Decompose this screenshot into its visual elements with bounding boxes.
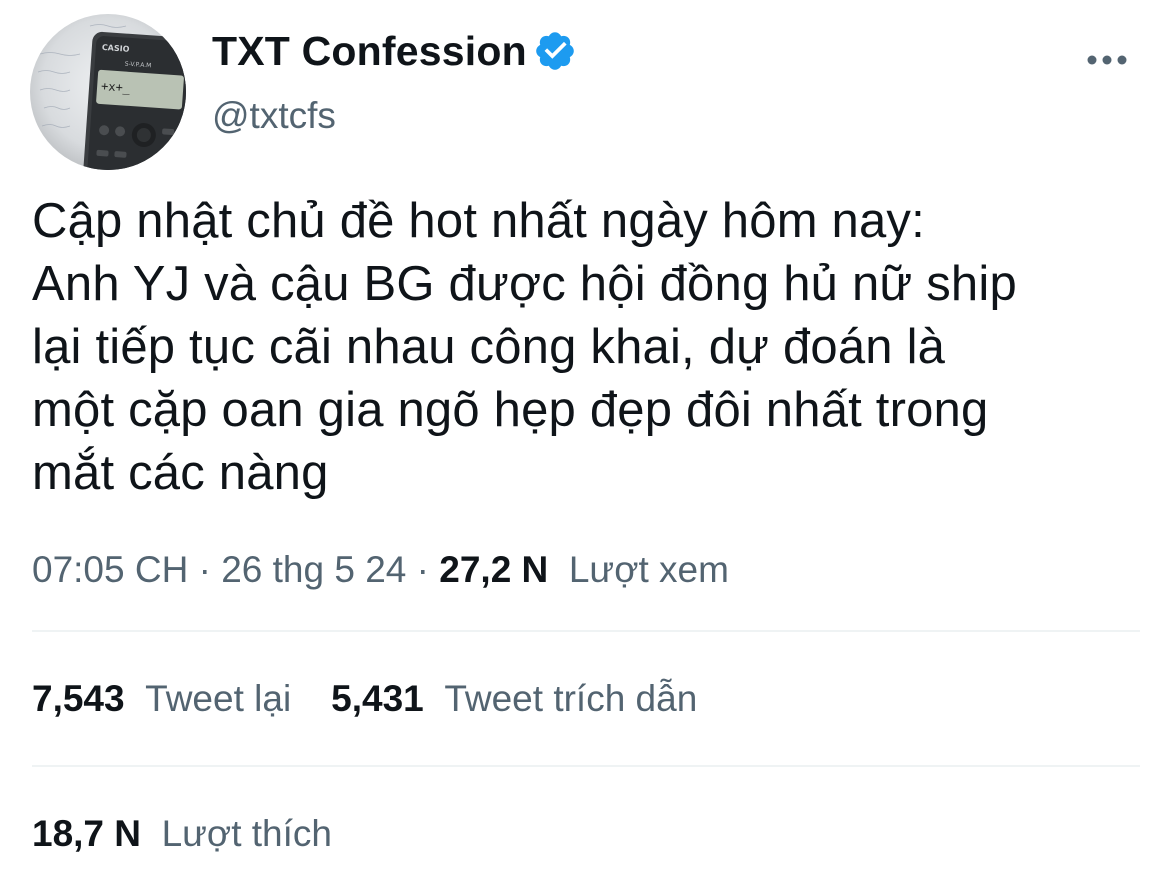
divider — [32, 630, 1140, 632]
retweets-stat[interactable]: 7,543 Tweet lại — [32, 675, 291, 723]
views-count: 27,2 N — [439, 549, 549, 590]
avatar-image: CASIO S-V.P.A.M +x+_ — [30, 14, 186, 170]
stats-row-likes: 18,7 N Lượt thích — [32, 810, 372, 858]
meta-separator: · — [406, 549, 440, 590]
tweet-text-line: mắt các nàng — [32, 446, 329, 500]
tweet-text-line: Anh YJ và cậu BG được hội đồng hủ nữ shi… — [32, 257, 1017, 311]
likes-label: Lượt thích — [161, 813, 332, 854]
tweet-date[interactable]: 26 thg 5 24 — [221, 549, 406, 590]
tweet-time[interactable]: 07:05 CH — [32, 549, 188, 590]
tweet-meta: 07:05 CH · 26 thg 5 24 · 27,2 N Lượt xem — [32, 546, 729, 594]
verified-badge-icon[interactable] — [533, 29, 577, 73]
avatar[interactable]: CASIO S-V.P.A.M +x+_ — [30, 14, 186, 170]
author-display-name[interactable]: TXT Confession — [212, 28, 527, 75]
quotes-stat[interactable]: 5,431 Tweet trích dẫn — [331, 675, 697, 723]
retweets-count: 7,543 — [32, 678, 125, 719]
retweets-label: Tweet lại — [145, 678, 292, 719]
quotes-count: 5,431 — [331, 678, 424, 719]
more-options-icon[interactable] — [1084, 48, 1130, 72]
tweet-text-line: Cập nhật chủ đề hot nhất ngày hôm nay: — [32, 194, 925, 248]
author-name-row: TXT Confession — [212, 26, 577, 76]
tweet-text-line: lại tiếp tục cãi nhau công khai, dự đoán… — [32, 320, 946, 374]
stats-row-retweets: 7,543 Tweet lại 5,431 Tweet trích dẫn — [32, 675, 737, 723]
views-label: Lượt xem — [568, 549, 729, 590]
tweet-text-line: một cặp oan gia ngõ hẹp đẹp đôi nhất tro… — [32, 383, 989, 437]
likes-count: 18,7 N — [32, 813, 142, 854]
tweet-text: Cập nhật chủ đề hot nhất ngày hôm nay: A… — [32, 190, 1157, 505]
divider — [32, 765, 1140, 767]
quotes-label: Tweet trích dẫn — [444, 678, 698, 719]
likes-stat[interactable]: 18,7 N Lượt thích — [32, 810, 332, 858]
avatar-calc-display: +x+_ — [101, 79, 132, 95]
meta-separator: · — [188, 549, 222, 590]
author-handle[interactable]: @txtcfs — [212, 95, 336, 137]
